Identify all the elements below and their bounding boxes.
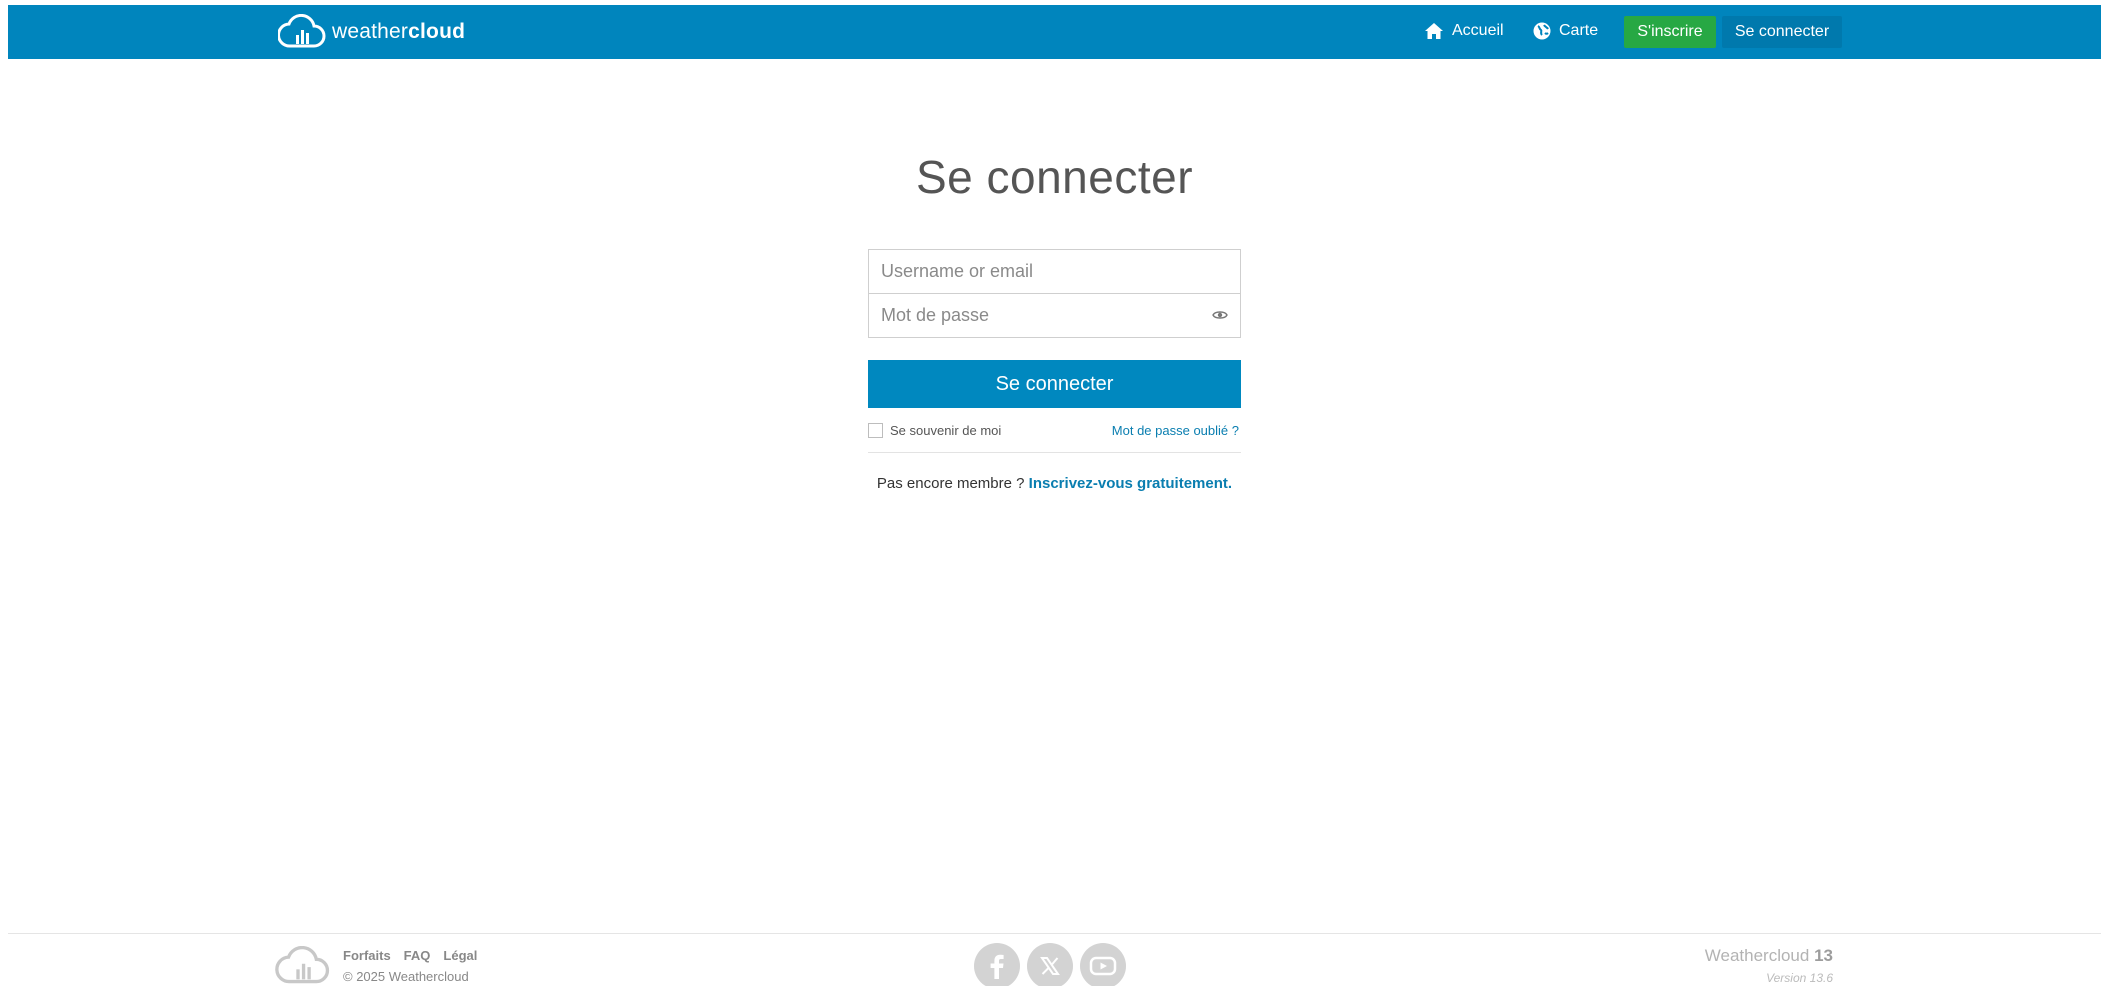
x-icon[interactable] — [1027, 943, 1073, 986]
signup-button[interactable]: S'inscrire — [1624, 16, 1716, 48]
social-links — [974, 943, 1126, 986]
username-field-wrapper — [868, 249, 1241, 294]
forgot-password-link[interactable]: Mot de passe oublié ? — [1112, 423, 1241, 438]
youtube-icon[interactable] — [1080, 943, 1126, 986]
footer-link-faq[interactable]: FAQ — [404, 948, 431, 963]
username-input[interactable] — [869, 250, 1240, 293]
form-divider — [868, 452, 1241, 453]
page-title: Se connecter — [915, 151, 1194, 203]
signup-free-link[interactable]: Inscrivez-vous gratuitement. — [1029, 475, 1232, 492]
brand-name: weathercloud — [332, 20, 466, 43]
app-version-name: Weathercloud 13 — [1704, 946, 1833, 965]
nav-map[interactable]: Carte — [1533, 22, 1598, 40]
nav-home-label: Accueil — [1452, 22, 1504, 39]
globe-icon — [1533, 22, 1551, 40]
page: weathercloud Accueil Carte S'inscrire Se… — [0, 0, 2109, 986]
nav-map-label: Carte — [1559, 22, 1599, 39]
remember-me-label[interactable]: Se souvenir de moi — [890, 423, 1001, 438]
footer-divider — [8, 933, 2101, 934]
facebook-icon[interactable] — [974, 943, 1020, 986]
remember-me-checkbox[interactable] — [868, 422, 883, 438]
password-field-wrapper — [868, 293, 1241, 338]
footer-link-legal[interactable]: Légal — [443, 948, 477, 963]
top-navbar: weathercloud Accueil Carte S'inscrire Se… — [8, 5, 2101, 59]
login-nav-button[interactable]: Se connecter — [1722, 16, 1842, 48]
brand-logo[interactable]: weathercloud — [278, 13, 465, 51]
home-icon — [1425, 23, 1443, 39]
footer-copyright: © 2025 Weathercloud — [343, 969, 469, 984]
password-input[interactable] — [869, 294, 1240, 337]
login-submit-button[interactable]: Se connecter — [868, 360, 1241, 408]
login-options: Se souvenir de moi Mot de passe oublié ? — [868, 420, 1241, 440]
login-form: Se connecter Se souvenir de moi Mot de p… — [868, 249, 1241, 492]
signup-prompt: Pas encore membre ? Inscrivez-vous gratu… — [868, 475, 1241, 492]
eye-icon[interactable] — [1212, 308, 1228, 327]
signup-prompt-text: Pas encore membre ? — [876, 475, 1025, 492]
cloud-logo-icon — [275, 945, 330, 984]
app-version-detail: Version 13.6 — [1766, 971, 1833, 985]
footer-links: Forfaits FAQ Légal — [343, 948, 477, 963]
cloud-logo-icon — [278, 14, 326, 48]
nav-home[interactable]: Accueil — [1424, 22, 1504, 40]
footer-logo[interactable] — [275, 945, 331, 986]
footer-link-plans[interactable]: Forfaits — [343, 948, 391, 963]
remember-me: Se souvenir de moi — [868, 422, 1001, 438]
